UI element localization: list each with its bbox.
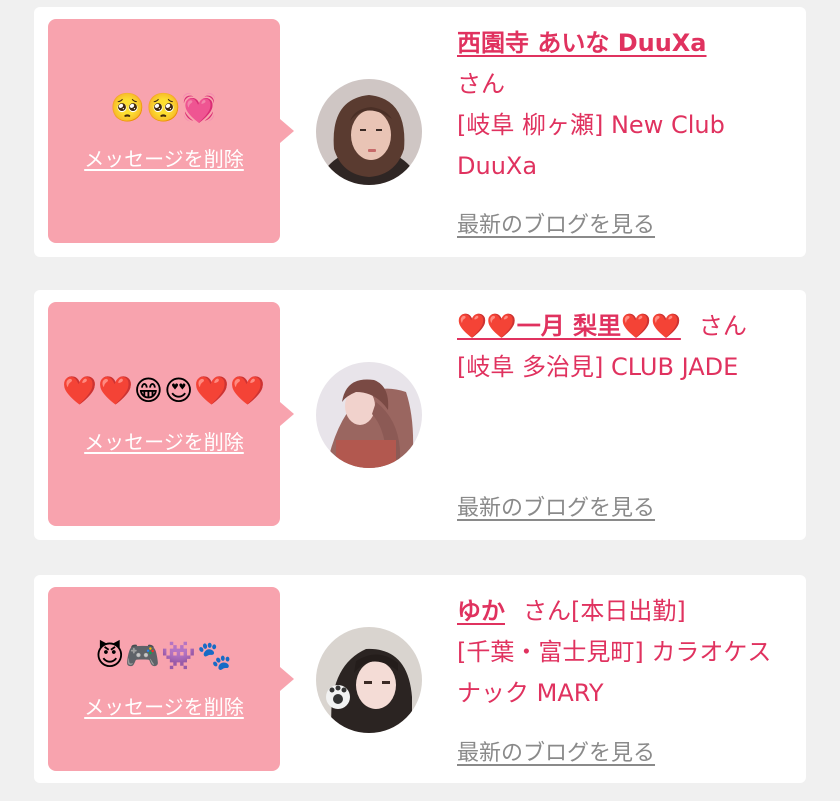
sender-name-row: ❤️❤️一月 梨里❤️❤️ さん [457, 306, 782, 347]
message-card: 😈🎮👾🐾 メッセージを削除 ゆか さん[本日出勤] [千葉・富士見町] カラオケ… [34, 575, 806, 783]
sender-name-link[interactable]: ゆか [457, 597, 505, 625]
sender-name-link[interactable]: ❤️❤️一月 梨里❤️❤️ [457, 312, 681, 340]
message-list: 🥺🥺💓 メッセージを削除 西園寺 あいな DuuXa さん [岐阜 柳ヶ瀬] N… [0, 0, 840, 801]
message-card: 🥺🥺💓 メッセージを削除 西園寺 あいな DuuXa さん [岐阜 柳ヶ瀬] N… [34, 7, 806, 257]
store-info: [岐阜 多治見] CLUB JADE [457, 353, 739, 381]
honorific-suffix: さん[本日出勤] [523, 597, 686, 625]
honorific-suffix: さん [698, 312, 747, 340]
store-info: [千葉・富士見町] カラオケスナック MARY [457, 638, 772, 707]
latest-blog-link[interactable]: 最新のブログを見る [457, 207, 655, 239]
latest-blog-link[interactable]: 最新のブログを見る [457, 490, 655, 522]
message-emoji-text: ❤️❤️😁😍❤️❤️ [62, 373, 266, 407]
sender-info: ❤️❤️一月 梨里❤️❤️ さん [岐阜 多治見] CLUB JADE [457, 306, 782, 388]
profile-photo-icon [316, 627, 422, 733]
message-bubble: ❤️❤️😁😍❤️❤️ メッセージを削除 [48, 302, 294, 526]
delete-message-link[interactable]: メッセージを削除 [84, 426, 244, 455]
message-emoji-text: 😈🎮👾🐾 [95, 638, 233, 672]
avatar[interactable] [316, 627, 422, 733]
delete-message-link[interactable]: メッセージを削除 [84, 143, 244, 172]
sender-info: 西園寺 あいな DuuXa さん [岐阜 柳ヶ瀬] New Club DuuXa [457, 23, 782, 187]
profile-photo-icon [316, 79, 422, 185]
message-emoji-text: 🥺🥺💓 [110, 90, 218, 124]
honorific-suffix: さん [457, 70, 505, 98]
message-bubble: 🥺🥺💓 メッセージを削除 [48, 19, 294, 243]
profile-photo-icon [316, 362, 422, 468]
sender-name-row: ゆか さん[本日出勤] [457, 591, 782, 632]
delete-message-link[interactable]: メッセージを削除 [84, 691, 244, 720]
sender-name-row: 西園寺 あいな DuuXa さん [457, 23, 782, 105]
avatar[interactable] [316, 362, 422, 468]
store-info: [岐阜 柳ヶ瀬] New Club DuuXa [457, 111, 725, 180]
message-bubble: 😈🎮👾🐾 メッセージを削除 [48, 587, 294, 771]
avatar[interactable] [316, 79, 422, 185]
sender-name-link[interactable]: 西園寺 あいな DuuXa [457, 29, 707, 57]
latest-blog-link[interactable]: 最新のブログを見る [457, 735, 655, 767]
sender-info: ゆか さん[本日出勤] [千葉・富士見町] カラオケスナック MARY [457, 591, 782, 714]
message-card: ❤️❤️😁😍❤️❤️ メッセージを削除 ❤️❤️一月 梨里❤️❤️ さん [岐阜 … [34, 290, 806, 540]
